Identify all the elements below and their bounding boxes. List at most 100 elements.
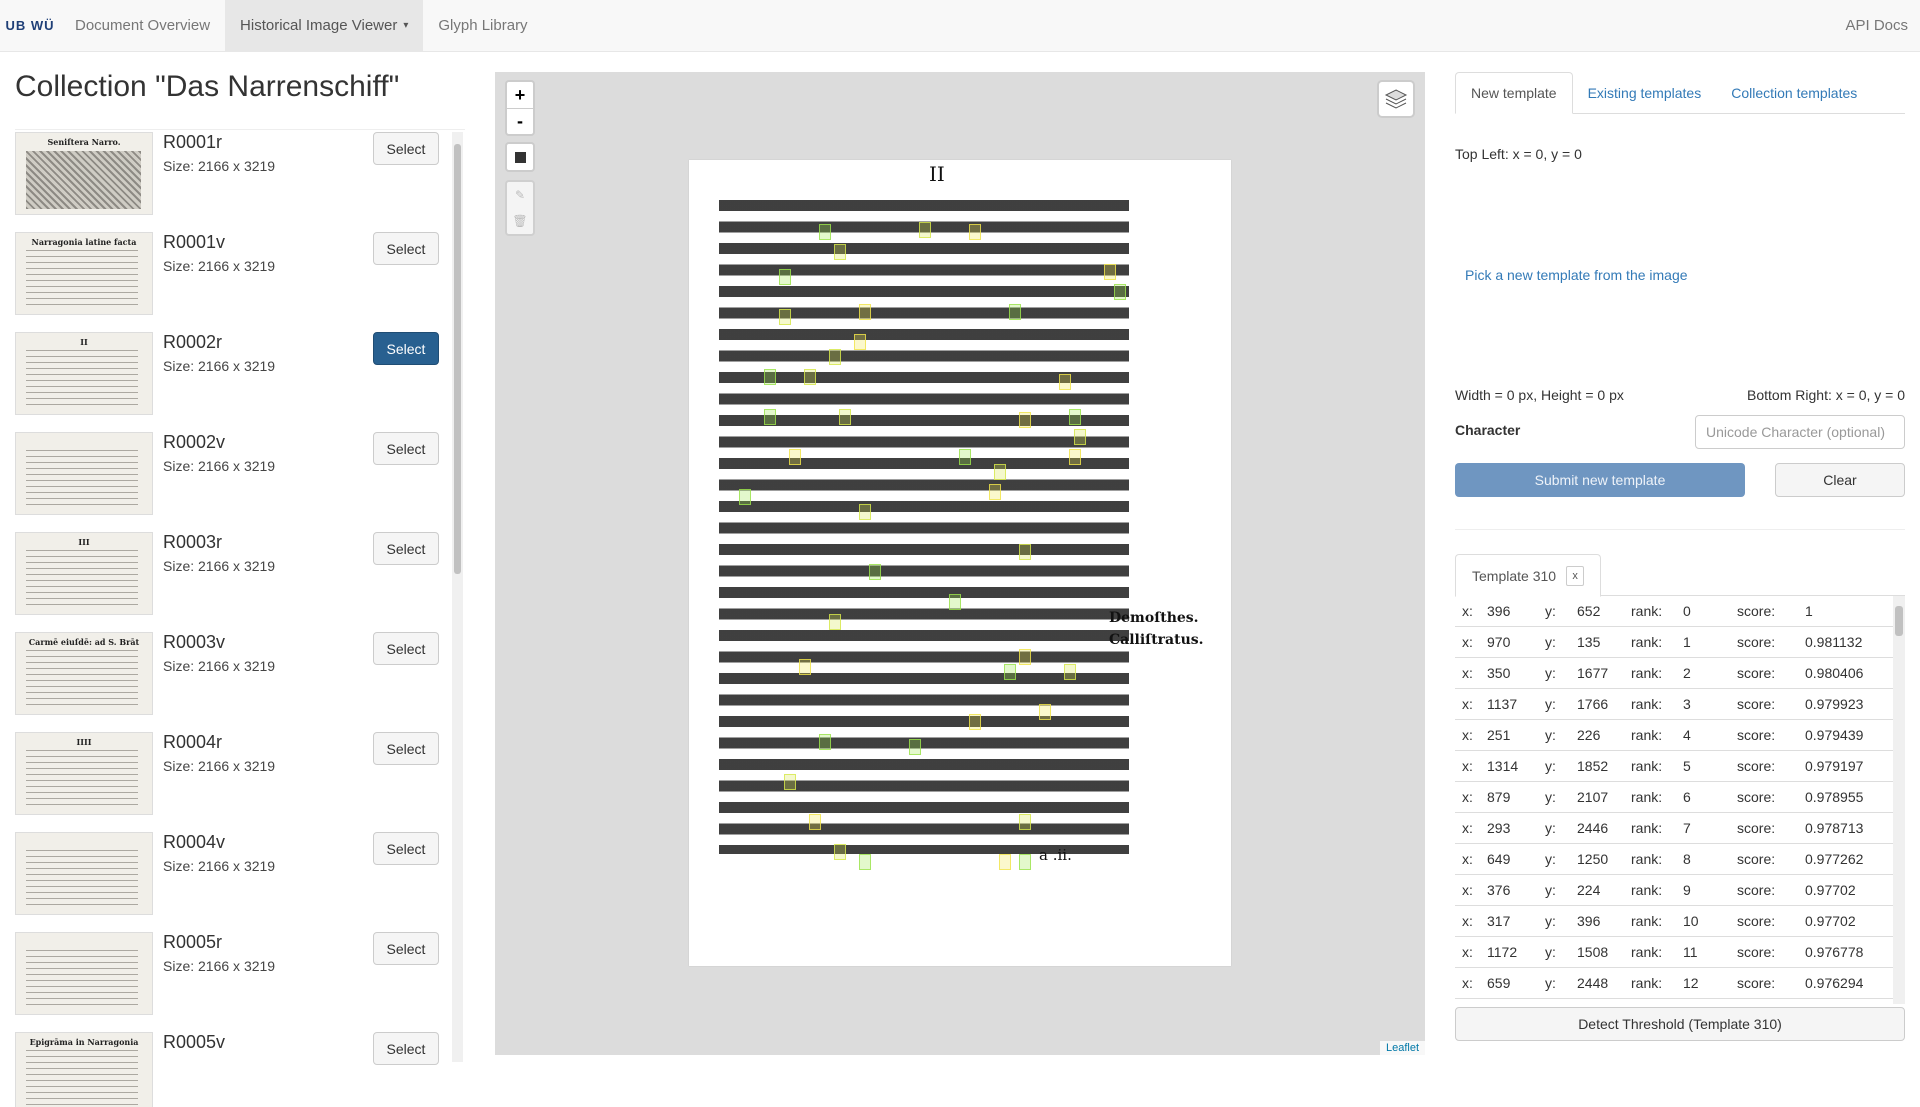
page-thumbnail[interactable]	[15, 932, 153, 1015]
result-row[interactable]: x: 1314 y: 1852 rank: 5 score: 0.979197	[1455, 751, 1895, 782]
draw-rectangle-button[interactable]	[505, 142, 535, 172]
score-label: score:	[1737, 603, 1776, 619]
image-viewer[interactable]: + - ✎ 🗑 II Demoſthes. Calliſtratus. a .i…	[495, 72, 1425, 1055]
match-box	[919, 222, 931, 238]
result-row[interactable]: x: 251 y: 226 rank: 4 score: 0.979439	[1455, 720, 1895, 751]
layers-button[interactable]	[1377, 80, 1415, 118]
results-scrollbar[interactable]	[1893, 596, 1905, 1004]
brand-logo[interactable]: UB WÜ	[0, 0, 60, 51]
nav-api-docs[interactable]: API Docs	[1830, 0, 1920, 51]
x-label: x:	[1462, 634, 1473, 650]
document-page-image[interactable]: II Demoſthes. Calliſtratus. a .ii.	[689, 160, 1231, 966]
result-row[interactable]: x: 1137 y: 1766 rank: 3 score: 0.979923	[1455, 689, 1895, 720]
result-row[interactable]: x: 879 y: 2107 rank: 6 score: 0.978955	[1455, 782, 1895, 813]
edit-icon[interactable]: ✎	[507, 182, 533, 208]
rank-value: 7	[1683, 820, 1691, 836]
tab-collection-templates[interactable]: Collection templates	[1716, 72, 1872, 114]
tab-template-310[interactable]: Template 310 x	[1455, 554, 1602, 597]
result-row[interactable]: x: 1172 y: 1508 rank: 11 score: 0.976778	[1455, 937, 1895, 968]
y-value: 1250	[1577, 851, 1609, 867]
select-button[interactable]: Select	[373, 732, 439, 765]
select-button[interactable]: Select	[373, 332, 439, 365]
submit-template-button[interactable]: Submit new template	[1455, 463, 1745, 497]
page-thumbnail[interactable]: Seniſtera Narro.	[15, 132, 153, 215]
page-thumbnail[interactable]: III	[15, 532, 153, 615]
nav-label: Glyph Library	[438, 17, 528, 34]
select-button[interactable]: Select	[373, 932, 439, 965]
result-row[interactable]: x: 350 y: 1677 rank: 2 score: 0.980406	[1455, 658, 1895, 689]
y-label: y:	[1545, 758, 1556, 774]
x-value: 1314	[1487, 758, 1519, 774]
match-box	[1114, 284, 1126, 300]
rank-value: 11	[1683, 944, 1698, 960]
page-name: R0005v	[163, 1032, 226, 1052]
tab-existing-templates[interactable]: Existing templates	[1573, 72, 1717, 114]
tab-new-template[interactable]: New template	[1455, 72, 1573, 114]
rank-label: rank:	[1631, 665, 1663, 681]
rank-value: 8	[1683, 851, 1691, 867]
y-label: y:	[1545, 913, 1556, 929]
rank-value: 12	[1683, 975, 1699, 991]
match-box	[819, 734, 831, 750]
page-thumbnail[interactable]	[15, 432, 153, 515]
select-button[interactable]: Select	[373, 1032, 439, 1065]
result-row[interactable]: x: 396 y: 652 rank: 0 score: 1	[1455, 596, 1895, 627]
match-box	[764, 369, 776, 385]
rank-label: rank:	[1631, 696, 1663, 712]
thumbnail-title	[16, 433, 152, 437]
result-row[interactable]: x: 649 y: 1250 rank: 8 score: 0.977262	[1455, 844, 1895, 875]
bottom-right-coords: Bottom Right: x = 0, y = 0	[1747, 387, 1905, 403]
character-input[interactable]: Unicode Character (optional)	[1695, 415, 1905, 449]
trash-icon[interactable]: 🗑	[507, 208, 533, 234]
y-label: y:	[1545, 882, 1556, 898]
thumbnail-title: Narragonia latine facta	[31, 237, 137, 247]
select-button[interactable]: Select	[373, 832, 439, 865]
page-list-scrollbar[interactable]	[452, 132, 463, 1062]
zoom-out-button[interactable]: -	[507, 108, 533, 134]
result-row[interactable]: x: 293 y: 2446 rank: 7 score: 0.978713	[1455, 813, 1895, 844]
y-value: 2446	[1577, 820, 1609, 836]
clear-button[interactable]: Clear	[1775, 463, 1905, 497]
match-results-list[interactable]: x: 396 y: 652 rank: 0 score: 1 x: 970 y: 135 rank: 1 s…	[1455, 596, 1895, 1004]
result-row[interactable]: x: 970 y: 135 rank: 1 score: 0.981132	[1455, 627, 1895, 658]
page-list[interactable]: Seniſtera Narro. R0001r Size: 2166 x 3219 S…	[15, 132, 465, 1107]
select-button[interactable]: Select	[373, 132, 439, 165]
select-button[interactable]: Select	[373, 432, 439, 465]
scrollbar-thumb[interactable]	[1895, 606, 1903, 636]
result-row[interactable]: x: 317 y: 396 rank: 10 score: 0.97702	[1455, 906, 1895, 937]
page-size: Size: 2166 x 3219	[163, 958, 276, 974]
page-thumbnail[interactable]	[15, 832, 153, 915]
x-label: x:	[1462, 913, 1473, 929]
score-label: score:	[1737, 665, 1776, 681]
rank-label: rank:	[1631, 758, 1663, 774]
nav-label: Document Overview	[75, 17, 211, 34]
page-thumbnail[interactable]: II	[15, 332, 153, 415]
zoom-in-button[interactable]: +	[507, 82, 533, 108]
select-button[interactable]: Select	[373, 232, 439, 265]
nav-historical-image-viewer[interactable]: Historical Image Viewer ▾	[225, 0, 424, 51]
result-row[interactable]: x: 659 y: 2448 rank: 12 score: 0.976294	[1455, 968, 1895, 999]
nav-glyph-library[interactable]: Glyph Library	[423, 0, 542, 51]
pick-template-link[interactable]: Pick a new template from the image	[1465, 267, 1688, 283]
match-box	[834, 244, 846, 260]
score-label: score:	[1737, 944, 1776, 960]
page-thumbnail[interactable]: Epigrāma in Narragonia	[15, 1032, 153, 1107]
score-value: 0.979439	[1805, 727, 1864, 743]
select-button[interactable]: Select	[373, 532, 439, 565]
page-thumbnail[interactable]: Carmē eiuſdē: ad S. Brāt	[15, 632, 153, 715]
page-thumbnail[interactable]: Narragonia latine facta	[15, 232, 153, 315]
y-label: y:	[1545, 665, 1556, 681]
select-button[interactable]: Select	[373, 632, 439, 665]
match-box	[999, 854, 1011, 870]
score-label: score:	[1737, 913, 1776, 929]
y-label: y:	[1545, 789, 1556, 805]
leaflet-attribution[interactable]: Leaflet	[1379, 1041, 1425, 1055]
y-label: y:	[1545, 634, 1556, 650]
scrollbar-thumb[interactable]	[454, 144, 461, 574]
match-box	[1019, 649, 1031, 665]
nav-document-overview[interactable]: Document Overview	[60, 0, 225, 51]
detect-threshold-button[interactable]: Detect Threshold (Template 310)	[1455, 1007, 1905, 1041]
close-tab-button[interactable]: x	[1566, 565, 1585, 586]
result-row[interactable]: x: 376 y: 224 rank: 9 score: 0.97702	[1455, 875, 1895, 906]
page-thumbnail[interactable]: IIII	[15, 732, 153, 815]
